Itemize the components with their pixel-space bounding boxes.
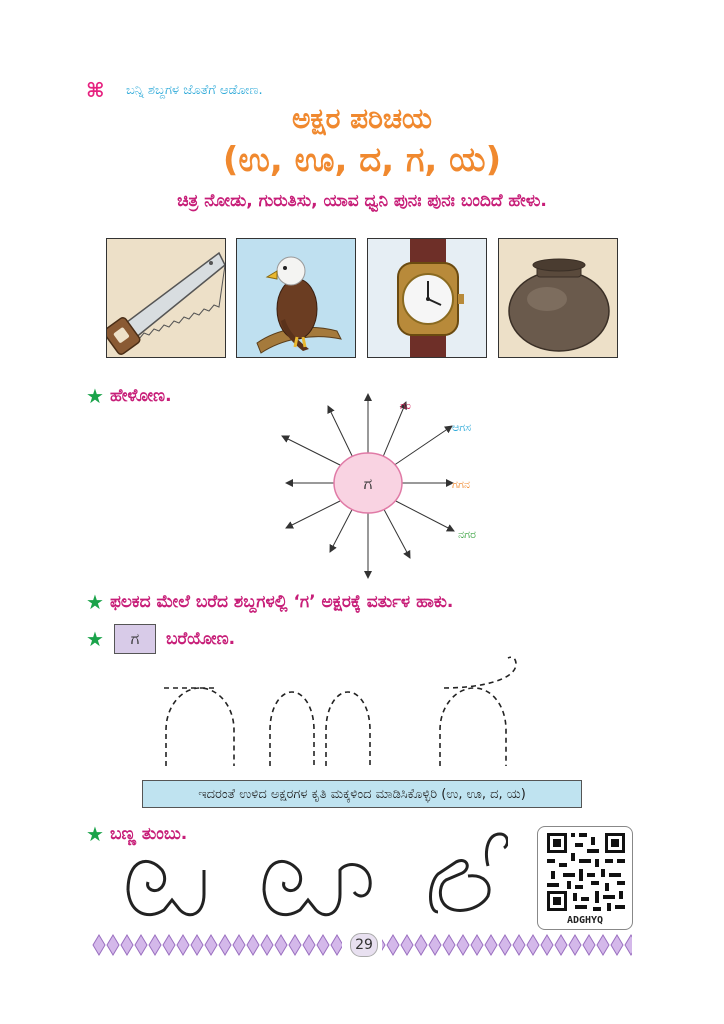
eagle-picture — [236, 238, 356, 358]
page-subtitle: (ಉ, ಊ, ದ, ಗ, ಯ) — [222, 140, 502, 180]
trace-stroke[interactable] — [443, 656, 517, 689]
header-line: ⌘ ಬನ್ನಿ ಶಬ್ದಗಳ ಜೊತೆಗೆ ಆಡೋಣ. — [86, 78, 263, 102]
star-icon: ★ — [86, 822, 104, 846]
page-title: ಅಕ್ಷರ ಪರಿಚಯ — [291, 102, 433, 135]
section-write-heading: ★ ಗ ಬರೆಯೋಣ. — [86, 624, 235, 654]
header-text: ಬನ್ನಿ ಶಬ್ದಗಳ ಜೊತೆಗೆ ಆಡೋಣ. — [126, 82, 263, 98]
section-speak-heading: ★ ಹೇಳೋಣ. — [86, 384, 172, 408]
section-circle-label: ಫಲಕದ ಮೇಲೆ ಬರೆದ ಶಬ್ದಗಳಲ್ಲಿ ‘ಗ’ ಅಕ್ಷರಕ್ಕೆ … — [110, 592, 454, 612]
trace-stroke[interactable] — [269, 691, 315, 766]
section-write-label: ಬರೆಯೋಣ. — [166, 629, 236, 649]
word-3: ಗಗನ — [452, 478, 470, 491]
hint-box: ಇದರಂತೆ ಉಳಿದ ಅಕ್ಷರಗಳ ಕೃತಿ ಮಕ್ಕಳಿಂದ ಮಾಡಿಸಿ… — [142, 780, 582, 808]
saw-picture — [106, 238, 226, 358]
watch-picture — [367, 238, 487, 358]
letter-uu-outline[interactable] — [262, 859, 372, 917]
command-icon: ⌘ — [86, 78, 105, 102]
pot-picture — [498, 238, 618, 358]
star-icon: ★ — [86, 627, 104, 651]
qr-icon — [547, 833, 625, 911]
word-2: ಆಗಸ — [452, 421, 471, 434]
word-4: ನಗರ — [458, 528, 476, 541]
star-icon: ★ — [86, 384, 104, 408]
center-letter: ಗ — [364, 474, 373, 493]
word-sunburst: ಗ ಗಂ ಆಗಸ ಗಗನ ನಗರ — [281, 393, 476, 579]
trace-stroke[interactable] — [439, 687, 507, 766]
letter-box: ಗ — [114, 624, 156, 654]
section-circle-heading: ★ ಫಲಕದ ಮೇಲೆ ಬರೆದ ಶಬ್ದಗಳಲ್ಲಿ ‘ಗ’ ಅಕ್ಷರಕ್ಕ… — [86, 590, 453, 614]
letter-u-outline[interactable] — [126, 859, 206, 917]
word-1: ಗಂ — [400, 399, 411, 412]
color-letters[interactable] — [108, 830, 508, 930]
watch-icon — [397, 239, 464, 357]
pot-icon — [508, 258, 610, 352]
instruction-text: ಚಿತ್ರ ನೋಡು, ಗುರುತಿಸು, ಯಾವ ಧ್ವನಿ ಪುನಃ ಪುನ… — [177, 191, 547, 211]
tracing-area[interactable] — [150, 654, 530, 770]
page-number: 29 — [350, 933, 378, 957]
eagle-icon — [256, 256, 342, 354]
letter-da-outline[interactable] — [429, 832, 508, 914]
saw-icon — [107, 251, 225, 355]
trace-stroke[interactable] — [165, 687, 235, 766]
trace-stroke[interactable] — [325, 691, 371, 766]
section-speak-label: ಹೇಳೋಣ. — [110, 386, 172, 406]
qr-caption: ADGHYQ — [566, 915, 604, 926]
star-icon: ★ — [86, 590, 104, 614]
